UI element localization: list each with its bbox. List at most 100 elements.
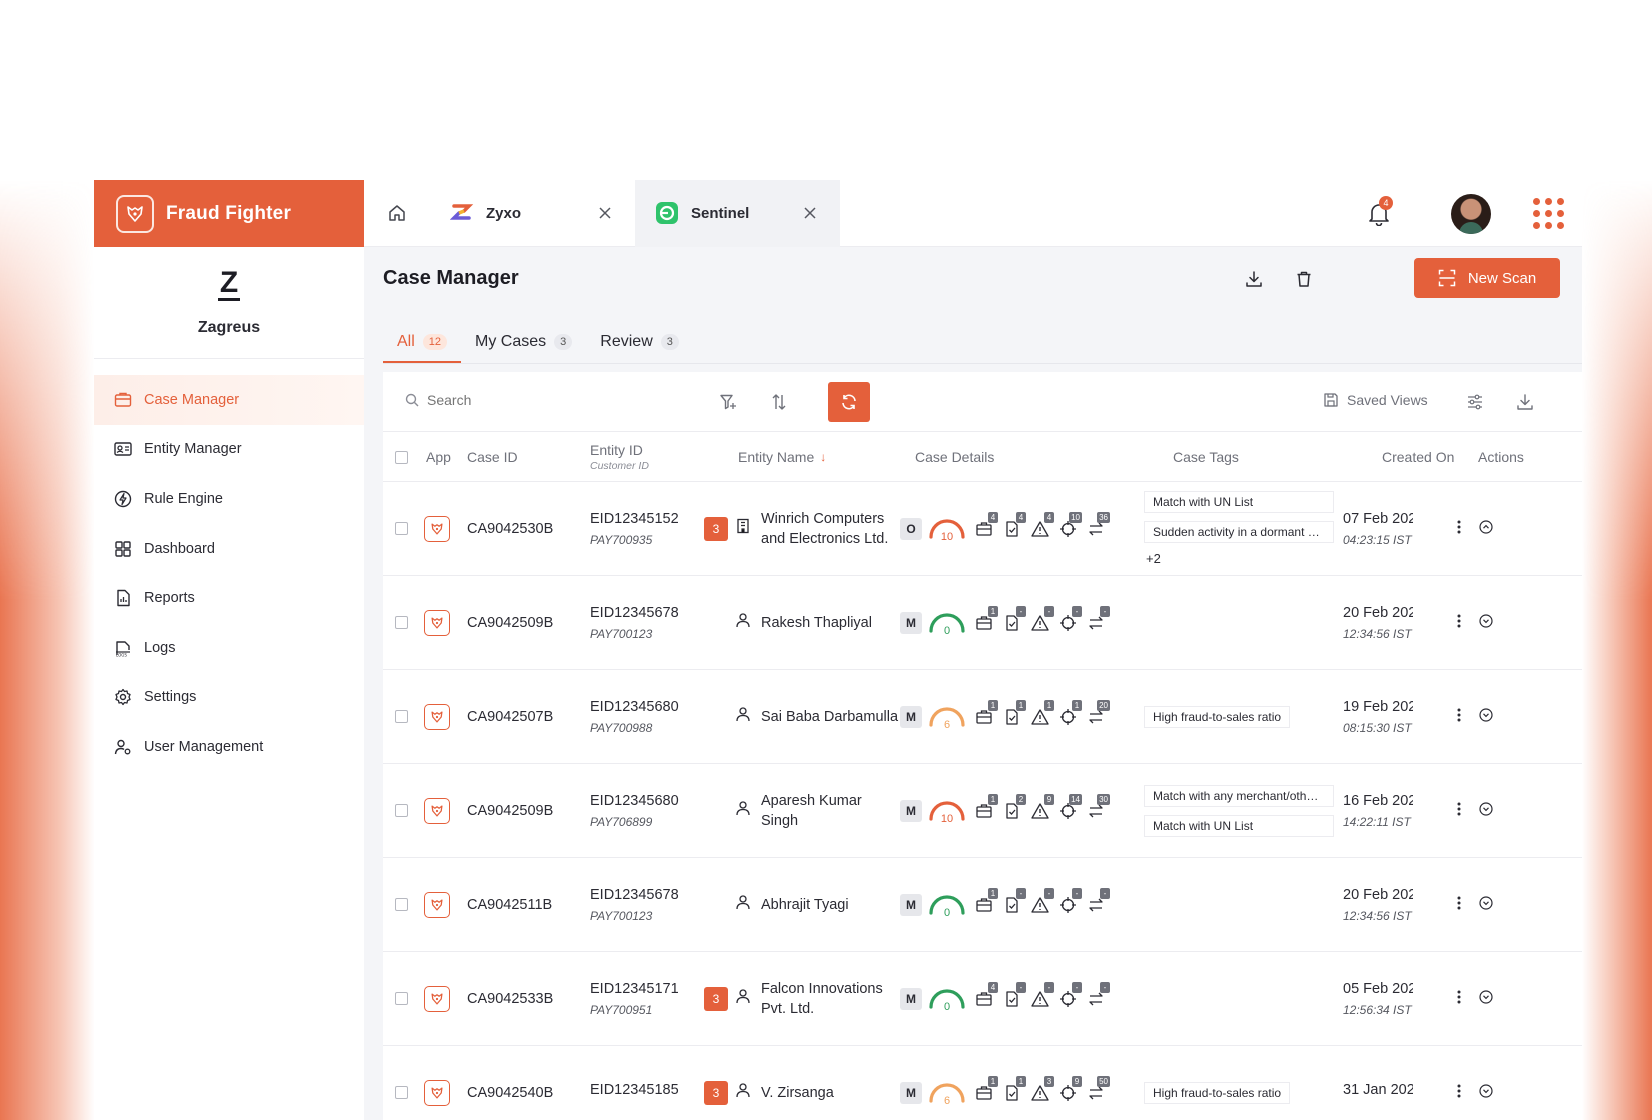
- entity-id[interactable]: EID12345185: [590, 1082, 679, 1098]
- entity-name[interactable]: V. Zirsanga: [761, 1083, 901, 1103]
- document-check-icon[interactable]: 1: [998, 1075, 1026, 1106]
- delete-button[interactable]: [1292, 267, 1316, 291]
- entity-id[interactable]: EID12345678: [590, 605, 679, 621]
- chevron-down-icon[interactable]: [1479, 989, 1493, 1008]
- sidebar-item-logs[interactable]: LOGS Logs: [94, 623, 364, 673]
- row-checkbox[interactable]: [395, 858, 408, 951]
- app-launcher-grid-icon[interactable]: [1533, 198, 1564, 229]
- table-row[interactable]: CA9042509B EID12345680 PAY706899 Aparesh Ku…: [383, 764, 1582, 858]
- table-row[interactable]: CA9042511B EID12345678 PAY700123 Abhrajit T…: [383, 858, 1582, 952]
- more-actions-icon[interactable]: [1457, 1084, 1461, 1102]
- crosshair-icon[interactable]: 10: [1054, 511, 1082, 542]
- case-tag[interactable]: High fraud-to-sales ratio: [1144, 705, 1291, 728]
- user-avatar[interactable]: [1451, 193, 1491, 234]
- sidebar-item-rule-engine[interactable]: Rule Engine: [94, 474, 364, 524]
- warning-icon[interactable]: -: [1026, 887, 1054, 918]
- sidebar-item-entity-manager[interactable]: Entity Manager: [94, 425, 364, 475]
- entity-name[interactable]: Sai Baba Darbamulla: [761, 707, 901, 727]
- more-actions-icon[interactable]: [1457, 614, 1461, 632]
- brand-header[interactable]: Fraud Fighter: [94, 180, 364, 247]
- column-header-app[interactable]: App: [426, 432, 451, 482]
- warning-icon[interactable]: 4: [1026, 511, 1054, 542]
- home-button[interactable]: [364, 180, 430, 247]
- row-checkbox[interactable]: [395, 482, 408, 575]
- case-file-icon[interactable]: 4: [970, 511, 998, 542]
- case-file-icon[interactable]: 1: [970, 699, 998, 730]
- case-id[interactable]: CA9042533B: [467, 952, 553, 1045]
- more-actions-icon[interactable]: [1457, 990, 1461, 1008]
- more-actions-icon[interactable]: [1457, 520, 1461, 538]
- filter-button[interactable]: [716, 390, 740, 414]
- table-row[interactable]: CA9042533B EID12345171 PAY700951 3 Falcon In…: [383, 952, 1582, 1046]
- crosshair-icon[interactable]: 14: [1054, 793, 1082, 824]
- new-scan-button[interactable]: New Scan: [1414, 258, 1560, 298]
- crosshair-icon[interactable]: -: [1054, 605, 1082, 636]
- crosshair-icon[interactable]: -: [1054, 887, 1082, 918]
- warning-icon[interactable]: 1: [1026, 699, 1054, 730]
- more-actions-icon[interactable]: [1457, 708, 1461, 726]
- case-tag[interactable]: Match with any merchant/other entity: [1144, 784, 1334, 807]
- sidebar-item-case-manager[interactable]: Case Manager: [94, 375, 364, 425]
- document-check-icon[interactable]: -: [998, 887, 1026, 918]
- case-tag[interactable]: Match with UN List: [1144, 814, 1334, 837]
- transactions-icon[interactable]: -: [1082, 981, 1110, 1012]
- document-check-icon[interactable]: -: [998, 605, 1026, 636]
- table-row[interactable]: CA9042507B EID12345680 PAY700988 Sai Baba D…: [383, 670, 1582, 764]
- chevron-down-icon[interactable]: [1479, 707, 1493, 726]
- transactions-icon[interactable]: -: [1082, 887, 1110, 918]
- column-header-created[interactable]: Created On: [1382, 432, 1454, 482]
- entity-id[interactable]: EID12345152: [590, 511, 679, 527]
- warning-icon[interactable]: -: [1026, 981, 1054, 1012]
- chevron-down-icon[interactable]: [1479, 1083, 1493, 1102]
- warning-icon[interactable]: 3: [1026, 1075, 1054, 1106]
- notifications-button[interactable]: 4: [1359, 194, 1399, 234]
- select-all-checkbox[interactable]: [395, 432, 408, 482]
- table-row[interactable]: CA9042540B EID12345185 3 V. Zirsanga M 6 1 1 3 9 5…: [383, 1046, 1582, 1120]
- row-checkbox[interactable]: [395, 670, 408, 763]
- case-file-icon[interactable]: 1: [970, 605, 998, 636]
- entity-name[interactable]: Winrich Computers and Electronics Ltd.: [761, 509, 901, 549]
- sort-button[interactable]: [767, 390, 791, 414]
- entity-id[interactable]: EID12345680: [590, 793, 679, 809]
- chevron-down-icon[interactable]: [1479, 613, 1493, 632]
- table-row[interactable]: CA9042530B EID12345152 PAY700935 3 Winrich C…: [383, 482, 1582, 576]
- crosshair-icon[interactable]: 1: [1054, 699, 1082, 730]
- case-id[interactable]: CA9042507B: [467, 670, 553, 763]
- case-file-icon[interactable]: 1: [970, 1075, 998, 1106]
- close-icon[interactable]: [595, 203, 615, 223]
- warning-icon[interactable]: -: [1026, 605, 1054, 636]
- chevron-down-icon[interactable]: [1479, 895, 1493, 914]
- export-button[interactable]: [1513, 390, 1537, 414]
- document-check-icon[interactable]: -: [998, 981, 1026, 1012]
- saved-views-button[interactable]: Saved Views: [1323, 392, 1428, 408]
- entity-name[interactable]: Falcon Innovations Pvt. Ltd.: [761, 979, 901, 1019]
- row-checkbox[interactable]: [395, 952, 408, 1045]
- download-button[interactable]: [1242, 267, 1266, 291]
- sidebar-item-reports[interactable]: Reports: [94, 573, 364, 623]
- transactions-icon[interactable]: 20: [1082, 699, 1110, 730]
- sidebar-item-settings[interactable]: Settings: [94, 673, 364, 723]
- sidebar-item-dashboard[interactable]: Dashboard: [94, 524, 364, 574]
- more-actions-icon[interactable]: [1457, 896, 1461, 914]
- column-header-case-id[interactable]: Case ID: [467, 432, 518, 482]
- more-actions-icon[interactable]: [1457, 802, 1461, 820]
- case-id[interactable]: CA9042511B: [467, 858, 552, 951]
- entity-id[interactable]: EID12345680: [590, 699, 679, 715]
- transactions-icon[interactable]: 50: [1082, 1075, 1110, 1106]
- tab-all[interactable]: All 12: [383, 323, 462, 363]
- tab-review[interactable]: Review 3: [586, 323, 693, 363]
- document-check-icon[interactable]: 1: [998, 699, 1026, 730]
- entity-name[interactable]: Rakesh Thapliyal: [761, 613, 901, 633]
- transactions-icon[interactable]: -: [1082, 605, 1110, 636]
- transactions-icon[interactable]: 30: [1082, 793, 1110, 824]
- sidebar-item-user-management[interactable]: User Management: [94, 722, 364, 772]
- search-input[interactable]: [427, 392, 687, 408]
- column-settings-button[interactable]: [1463, 390, 1487, 414]
- case-tag[interactable]: High fraud-to-sales ratio: [1144, 1081, 1291, 1104]
- column-header-case-details[interactable]: Case Details: [915, 432, 994, 482]
- chevron-up-icon[interactable]: [1479, 519, 1493, 538]
- column-header-entity-name[interactable]: Entity Name ↓: [738, 432, 826, 482]
- entity-id[interactable]: EID12345678: [590, 887, 679, 903]
- column-header-case-tags[interactable]: Case Tags: [1173, 432, 1239, 482]
- search-box[interactable]: [405, 392, 687, 408]
